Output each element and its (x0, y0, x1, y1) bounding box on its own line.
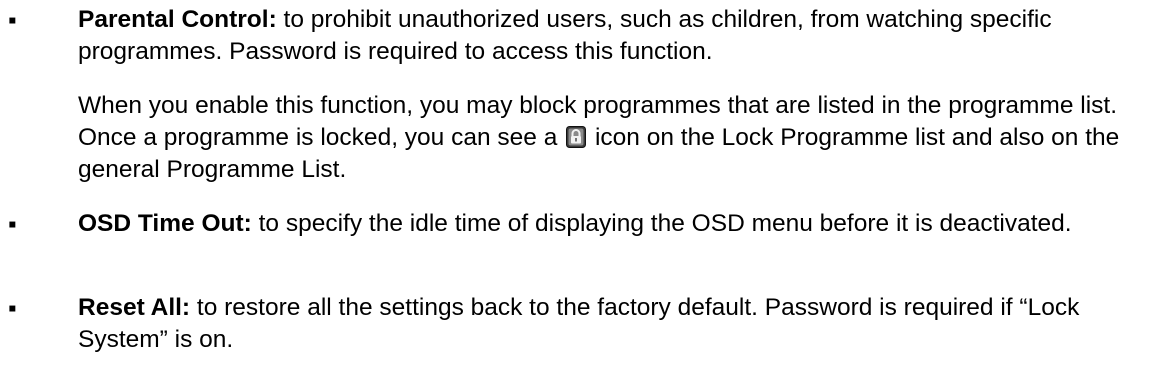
reset-all-paragraph: Reset All: to restore all the settings b… (78, 292, 1144, 356)
parental-control-extra-paragraph: When you enable this function, you may b… (78, 90, 1144, 186)
description-osd-time-out: to specify the idle time of displaying t… (251, 210, 1072, 237)
bullet: ▪ (8, 295, 17, 322)
term-osd-time-out: OSD Time Out: (78, 210, 252, 237)
description-reset-all: to restore all the settings back to the … (78, 294, 1080, 353)
bullet: ▪ (8, 7, 17, 34)
term-parental-control: Parental Control: (78, 6, 277, 33)
bullet: ▪ (8, 211, 17, 238)
lock-icon (566, 126, 587, 148)
parental-control-paragraph: Parental Control: to prohibit unauthoriz… (78, 4, 1144, 68)
osd-time-out-paragraph: OSD Time Out: to specify the idle time o… (78, 208, 1144, 240)
document-page: ▪ Parental Control: to prohibit unauthor… (0, 0, 1153, 387)
term-reset-all: Reset All: (78, 294, 191, 321)
